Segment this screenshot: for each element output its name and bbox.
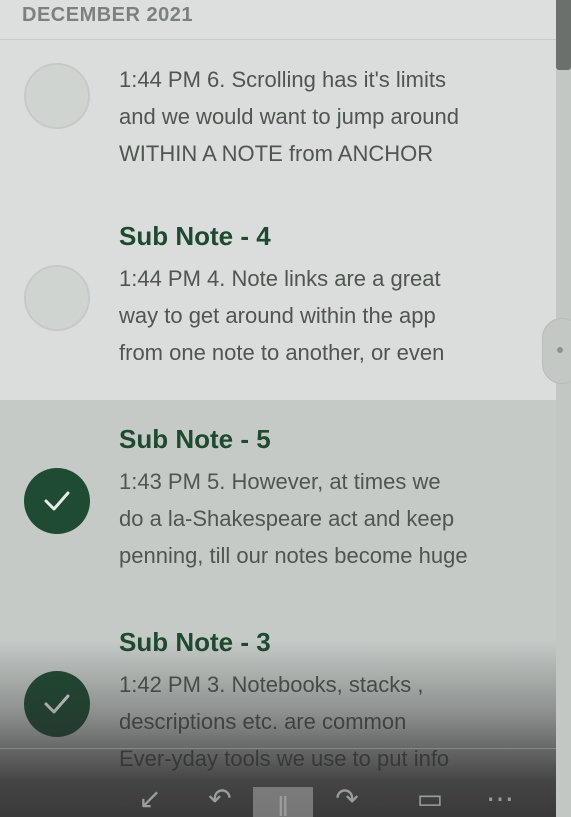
note-preview: 1:44 PM 6. Scrolling has it's limits and… [119,61,539,172]
note-preview-line: WITHIN A NOTE from ANCHOR [119,141,434,166]
note-preview-line: descriptions etc. are common [119,709,407,734]
note-item[interactable]: 1:44 PM 6. Scrolling has it's limits and… [0,41,556,197]
note-checkbox[interactable] [24,63,90,129]
edge-panel-handle[interactable] [542,318,571,384]
redo-icon[interactable]: ↷ [317,779,377,817]
note-preview-line: penning, till our notes become huge [119,543,468,568]
note-item[interactable]: Sub Note - 5 1:43 PM 5. However, at time… [0,400,556,603]
note-checkbox[interactable] [24,265,90,331]
note-checkbox[interactable] [24,671,90,737]
note-preview-line: and we would want to jump around [119,104,459,129]
note-preview-line: 1:43 PM 5. However, at times we [119,469,441,494]
note-preview: 1:44 PM 4. Note links are a great way to… [119,260,539,371]
note-title: Sub Note - 3 [119,627,271,657]
pause-icon[interactable]: ‖ [253,787,313,817]
undo-icon[interactable]: ↶ [190,779,250,817]
note-title: Sub Note - 5 [119,424,271,454]
scrollbar[interactable] [556,0,571,817]
back-icon[interactable]: ↙ [120,779,180,817]
scrollbar-thumb[interactable] [556,0,571,70]
note-preview-line: way to get around within the app [119,303,436,328]
check-icon [44,491,70,511]
note-checkbox[interactable] [24,468,90,534]
note-preview-line: 1:44 PM 4. Note links are a great [119,266,441,291]
section-header-label: DECEMBER 2021 [22,4,194,26]
note-preview-line: do a la-Shakespeare act and keep [119,506,455,531]
section-header: DECEMBER 2021 [0,0,556,40]
bottom-toolbar: ↙ ↶ ‖ ↷ ▭ ⋯ [0,748,571,817]
note-preview-line: from one note to another, or even [119,340,445,365]
note-preview: 1:43 PM 5. However, at times we do a la-… [119,463,539,574]
note-preview-line: 1:42 PM 3. Notebooks, stacks , [119,672,424,697]
more-icon[interactable]: ⋯ [470,779,530,817]
note-title: Sub Note - 4 [119,221,271,251]
keyboard-icon[interactable]: ▭ [400,779,460,817]
notes-screen: DECEMBER 2021 1:44 PM 6. Scrolling has i… [0,0,571,817]
note-preview-line: 1:44 PM 6. Scrolling has it's limits [119,67,446,92]
check-icon [44,694,70,714]
note-item[interactable]: Sub Note - 4 1:44 PM 4. Note links are a… [0,197,556,400]
